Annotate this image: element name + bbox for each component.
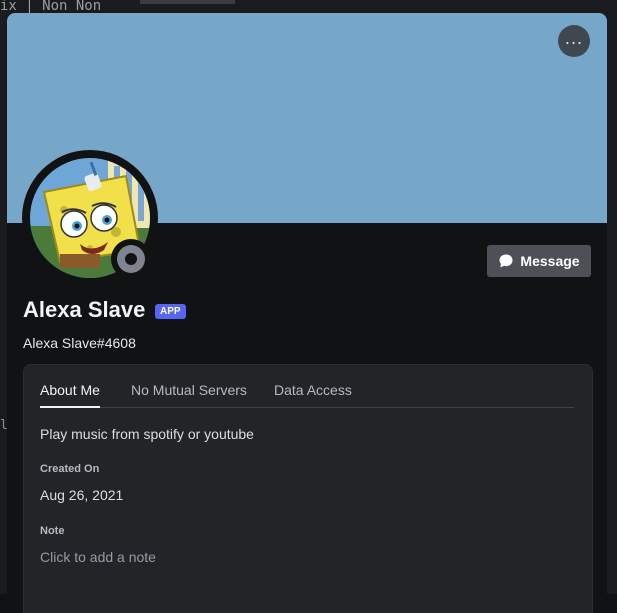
profile-display-name: Alexa Slave (23, 297, 146, 322)
tab-about-me[interactable]: About Me (40, 382, 100, 408)
more-options-button[interactable]: ... (558, 25, 590, 57)
status-icon-center (125, 253, 137, 265)
background-image-strip (140, 0, 235, 4)
user-profile-modal: ... Message Alexa Slave APP Alexa Slave#… (7, 13, 607, 613)
profile-tabs: About Me No Mutual Servers Data Access (40, 365, 574, 408)
note-label: Note (40, 525, 65, 537)
profile-info-panel: About Me No Mutual Servers Data Access P… (23, 364, 593, 613)
background-partial-text: ix | Non Non (0, 0, 102, 14)
profile-tag: Alexa Slave#4608 (23, 335, 136, 351)
chat-bubble-icon (499, 254, 513, 268)
tab-data-access[interactable]: Data Access (274, 382, 352, 406)
more-options-icon: ... (564, 29, 584, 48)
message-button-label: Message (520, 253, 580, 269)
about-me-text: Play music from spotify or youtube (40, 426, 254, 442)
app-badge: APP (155, 304, 186, 319)
created-on-value: Aug 26, 2021 (40, 487, 124, 503)
tab-mutual-servers[interactable]: No Mutual Servers (131, 382, 247, 406)
created-on-label: Created On (40, 463, 100, 475)
note-input[interactable]: Click to add a note (40, 549, 570, 569)
message-button[interactable]: Message (487, 245, 591, 277)
